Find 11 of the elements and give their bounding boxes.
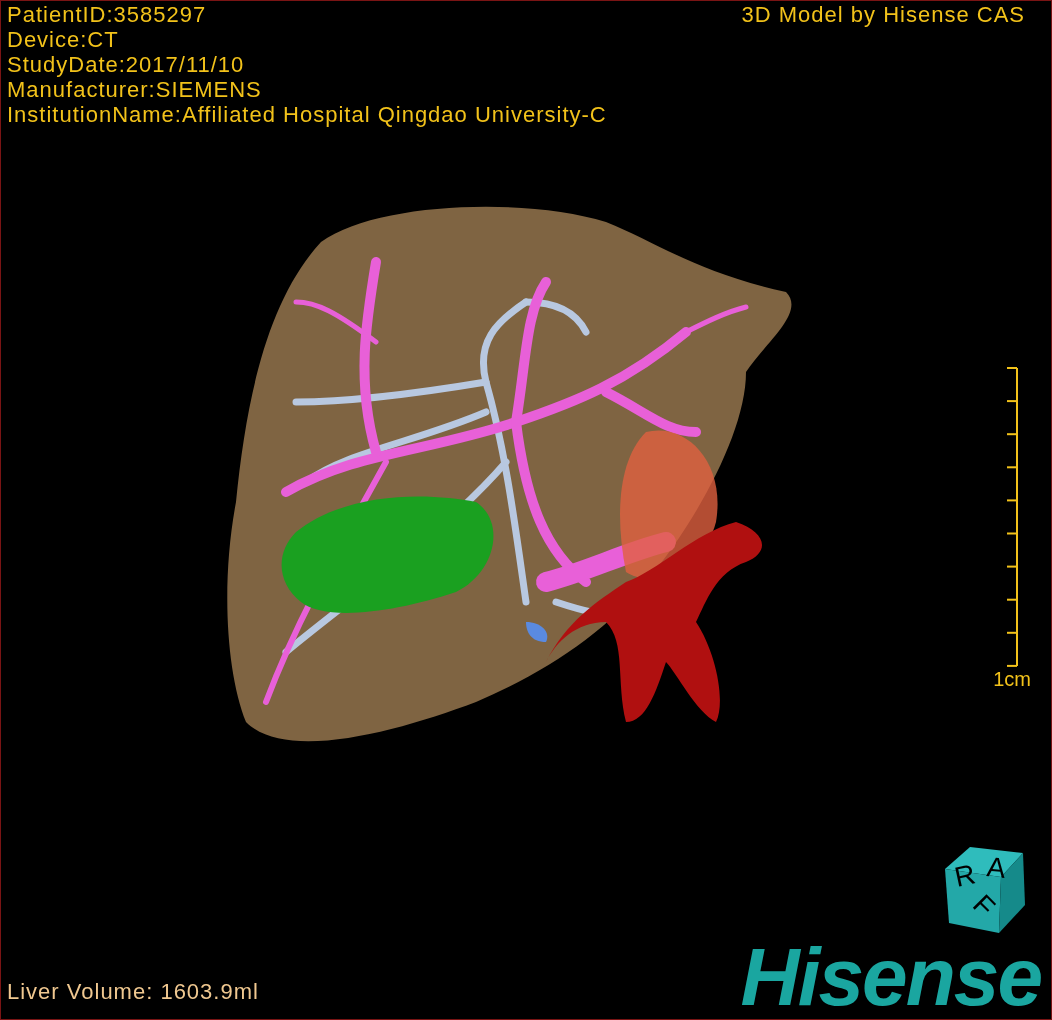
study-info-text: Device:CT [7, 27, 120, 52]
scale-ruler-icon [1006, 367, 1019, 667]
liver-volume-text: Liver Volume: 1603.9ml [7, 979, 259, 1005]
study-info-text: PatientID:3585297 [7, 2, 208, 27]
study-info-text: InstitutionName:Affiliated Hospital Qingdao University-C [7, 102, 607, 127]
study-info-text: StudyDate:2017/11/10 [7, 52, 246, 77]
cube-face-letter: A [985, 852, 1008, 884]
scale-label: 1cm [993, 667, 1031, 691]
study-info-text: Manufacturer:SIEMENS [7, 77, 263, 102]
hisense-logo: Hisense [740, 935, 1041, 1019]
viewer-title: 3D Model by Hisense CAS [741, 2, 1026, 27]
